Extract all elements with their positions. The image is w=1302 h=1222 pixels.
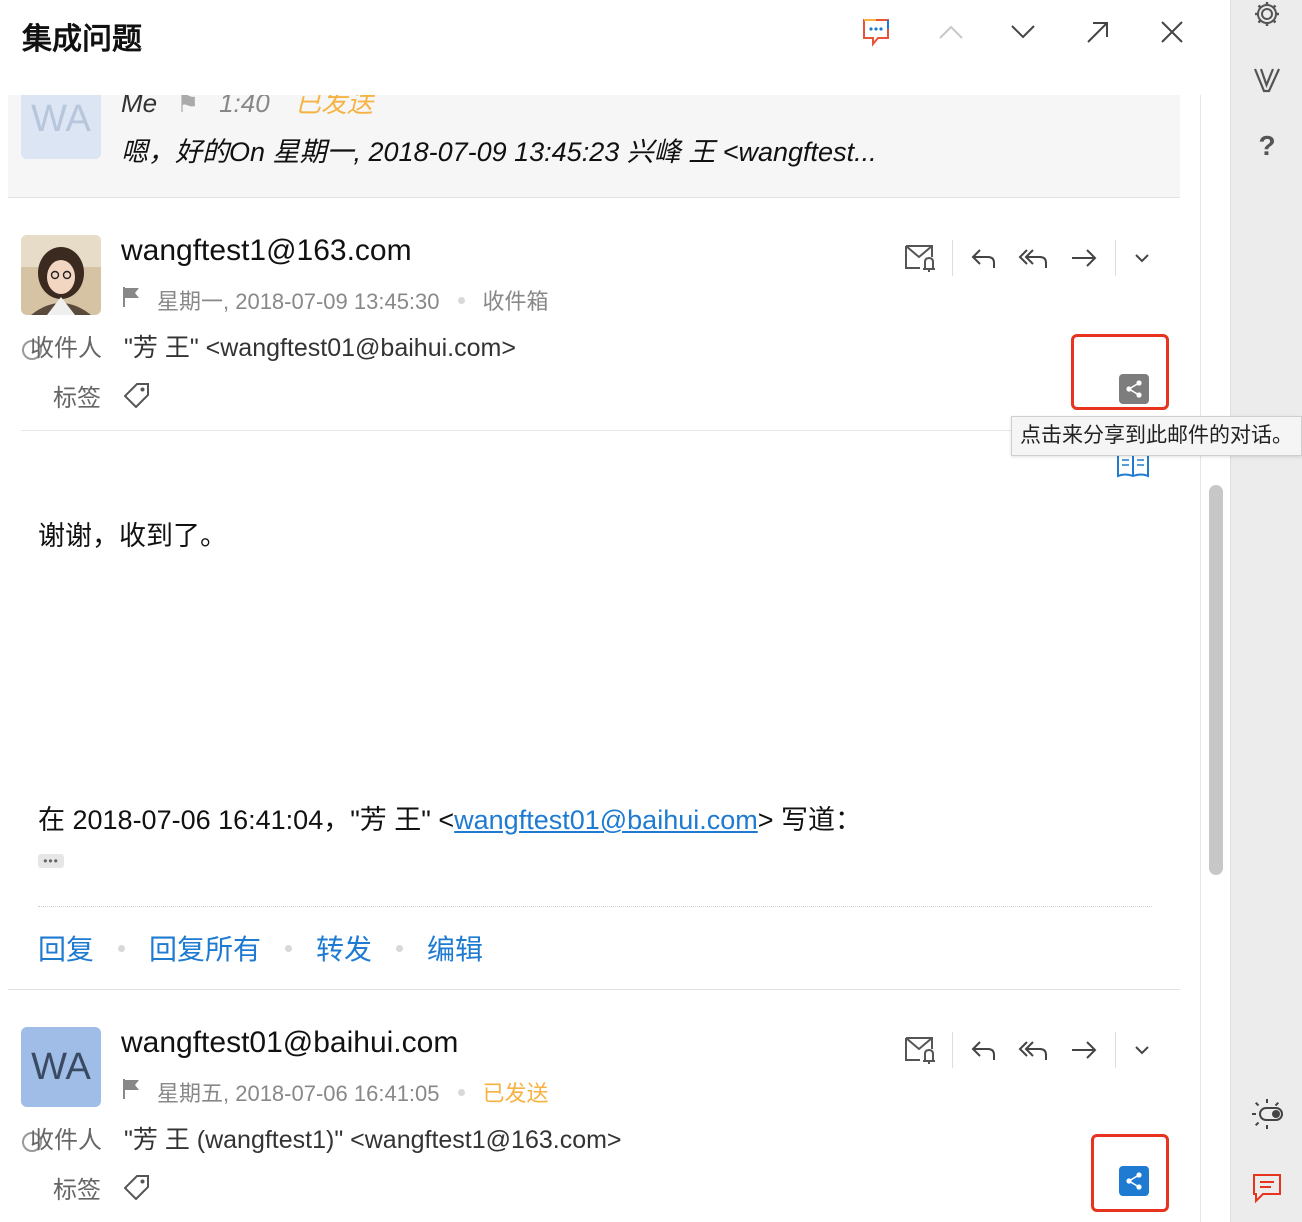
quote-header: 在 2018-07-06 16:41:04，"芳 王" <wangftest01…: [38, 805, 863, 835]
folder-label[interactable]: 已发送: [483, 1076, 549, 1108]
show-quoted-button[interactable]: •••: [38, 854, 64, 868]
reply-icon[interactable]: [959, 238, 1009, 278]
scrollbar-thumb[interactable]: [1209, 485, 1223, 875]
message-meta: 星期一, 2018-07-09 13:45:30 收件箱: [121, 284, 549, 316]
reply-link[interactable]: 回复: [38, 928, 94, 968]
tags-label: 标签: [53, 385, 101, 412]
status-badge: 已发送: [294, 95, 373, 118]
reply-all-icon[interactable]: [1009, 1030, 1059, 1070]
sender-address: wangftest1@163.com: [121, 234, 412, 267]
right-sidebar: ?: [1230, 0, 1302, 1222]
message-actions: [896, 1030, 1162, 1070]
remind-icon[interactable]: [896, 238, 946, 278]
sender-address: wangftest01@baihui.com: [121, 1026, 459, 1059]
collapsed-meta: Me ⚑ 1:40 已发送: [121, 95, 373, 120]
feedback-icon[interactable]: [1247, 1168, 1287, 1208]
avatar: WA: [21, 1027, 101, 1107]
message-body: 谢谢，收到了。: [38, 521, 227, 551]
message-date: 星期一, 2018-07-09 13:45:30: [157, 289, 440, 314]
chevron-down-icon[interactable]: [1003, 12, 1043, 52]
chat-bubble-icon[interactable]: [856, 12, 896, 52]
reply-icon[interactable]: [959, 1030, 1009, 1070]
to-label: 收件人: [30, 1127, 102, 1154]
share-icon[interactable]: [1119, 374, 1149, 404]
message-actions: [896, 238, 1162, 278]
help-icon[interactable]: ?: [1247, 126, 1287, 166]
quick-actions: 回复 回复所有 转发 编辑: [38, 928, 483, 968]
chevron-down-icon[interactable]: [1122, 238, 1162, 278]
quoted-email-link[interactable]: wangftest01@baihui.com: [454, 805, 758, 835]
chevron-down-icon[interactable]: [1122, 1030, 1162, 1070]
to-value: "芳 王" <wangftest01@baihui.com>: [124, 334, 516, 362]
avatar: WA: [21, 95, 101, 159]
reply-all-icon[interactable]: [1009, 238, 1059, 278]
collapsed-message[interactable]: WA Me ⚑ 1:40 已发送 嗯，好的On 星期一, 2018-07-09 …: [8, 95, 1180, 198]
reply-all-link[interactable]: 回复所有: [149, 928, 261, 968]
forward-icon[interactable]: [1059, 1030, 1109, 1070]
message-preview: 嗯，好的On 星期一, 2018-07-09 13:45:23 兴峰 王 <wa…: [121, 137, 877, 167]
page-title: 集成问题: [22, 23, 142, 56]
share-icon[interactable]: [1119, 1166, 1149, 1196]
message-date: 星期五, 2018-07-06 16:41:05: [157, 1081, 440, 1106]
forward-icon[interactable]: [1059, 238, 1109, 278]
tag-icon[interactable]: [123, 1174, 150, 1205]
message-expanded: wangftest1@163.com 星期一, 2018-07-09 13:45…: [8, 198, 1180, 990]
message-meta: 星期五, 2018-07-06 16:41:05 已发送: [121, 1076, 549, 1108]
flag-icon[interactable]: [121, 1078, 141, 1106]
avatar: [21, 235, 101, 315]
brand-v-icon[interactable]: [1247, 60, 1287, 100]
header: 集成问题: [0, 0, 1230, 95]
share-tooltip: 点击来分享到此邮件的对话。: [1011, 416, 1302, 456]
gear-icon[interactable]: [1247, 0, 1287, 34]
sender-name: Me: [121, 95, 158, 118]
flag-icon[interactable]: [121, 286, 141, 314]
flag-icon: ⚑: [178, 95, 198, 118]
chevron-up-icon[interactable]: [931, 12, 971, 52]
edit-link[interactable]: 编辑: [427, 928, 483, 968]
forward-link[interactable]: 转发: [316, 928, 372, 968]
tag-icon[interactable]: [123, 382, 150, 413]
close-icon[interactable]: [1152, 12, 1192, 52]
to-value: "芳 王 (wangftest1)" <wangftest1@163.com>: [124, 1126, 622, 1154]
folder-label[interactable]: 收件箱: [483, 284, 549, 316]
scrollbar[interactable]: [1200, 95, 1230, 1222]
message-time: 1:40: [219, 95, 270, 118]
message-expanded: WA wangftest01@baihui.com 星期五, 2018-07-0…: [8, 990, 1180, 1222]
pop-out-icon[interactable]: [1078, 12, 1118, 52]
tags-label: 标签: [53, 1177, 101, 1204]
to-label: 收件人: [30, 335, 102, 362]
theme-toggle-icon[interactable]: [1247, 1094, 1287, 1134]
remind-icon[interactable]: [896, 1030, 946, 1070]
